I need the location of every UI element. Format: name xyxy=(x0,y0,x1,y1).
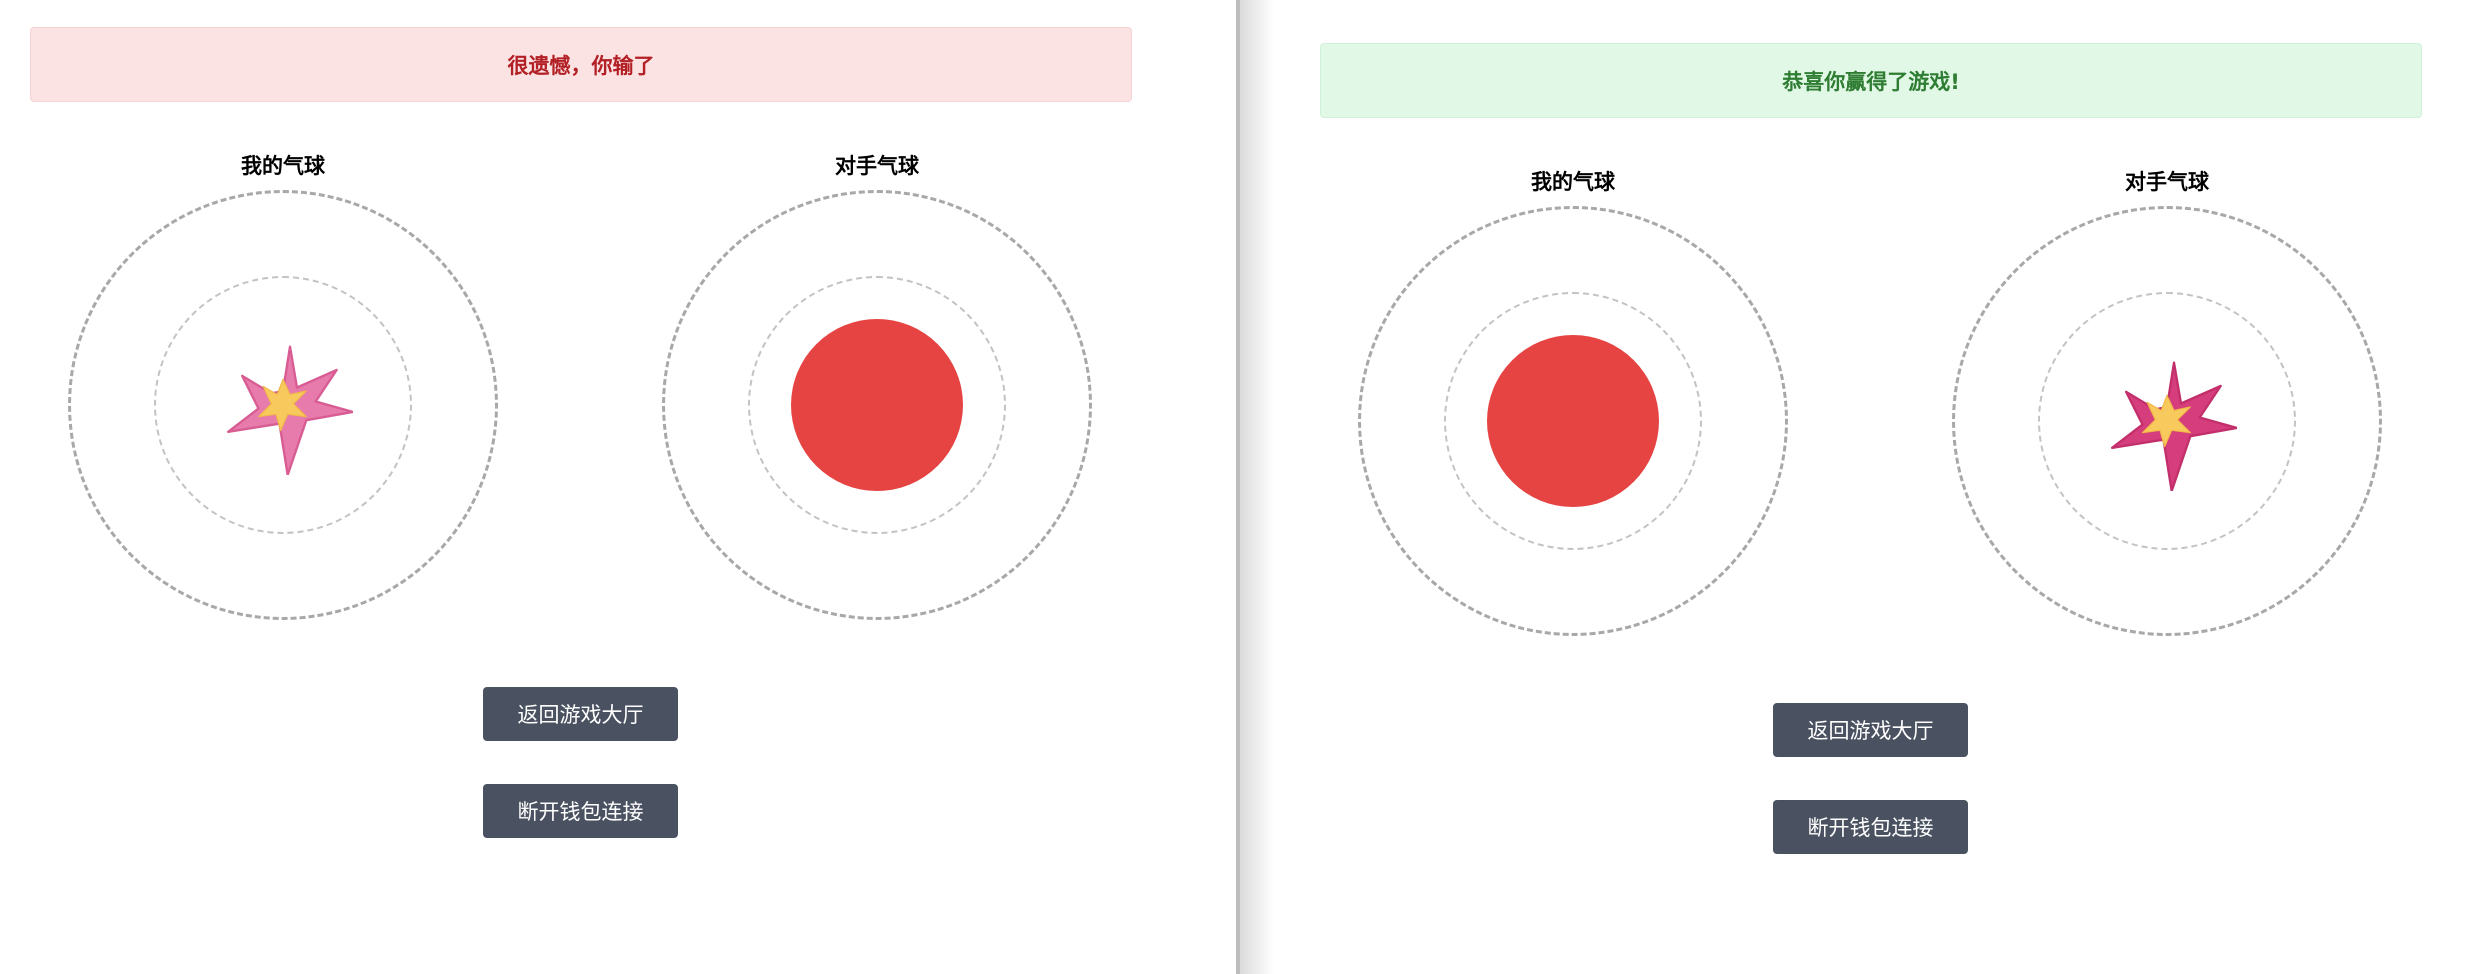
balloon-icon[interactable] xyxy=(791,319,963,491)
lose-banner: 很遗憾，你输了 xyxy=(30,27,1132,102)
opponent-balloon-section: 对手气球 xyxy=(662,150,1092,620)
opponent-balloon-section: 对手气球 xyxy=(1952,166,2382,636)
balloon-icon[interactable] xyxy=(1487,335,1659,507)
burst-icon xyxy=(2111,361,2237,491)
my-balloon-label: 我的气球 xyxy=(241,154,325,178)
my-balloon-section: 我的气球 xyxy=(1358,166,1788,636)
my-balloon-label: 我的气球 xyxy=(1531,170,1615,194)
game-result-screen: 很遗憾，你输了 我的气球 对手气球 返回游戏大厅 断开钱包连接 恭喜你赢得了游戏… xyxy=(0,0,2482,974)
win-banner: 恭喜你赢得了游戏! xyxy=(1320,43,2422,118)
burst-icon xyxy=(227,345,353,475)
my-balloon-section: 我的气球 xyxy=(68,150,498,620)
back-to-lobby-button[interactable]: 返回游戏大厅 xyxy=(483,687,678,741)
back-to-lobby-button[interactable]: 返回游戏大厅 xyxy=(1773,703,1968,757)
win-result-panel: 恭喜你赢得了游戏! 我的气球 对手气球 返回游戏大厅 断开钱包连接 xyxy=(1240,0,2482,974)
opponent-balloon-label: 对手气球 xyxy=(835,154,919,178)
disconnect-wallet-button[interactable]: 断开钱包连接 xyxy=(483,784,678,838)
disconnect-wallet-button[interactable]: 断开钱包连接 xyxy=(1773,800,1968,854)
lose-result-panel: 很遗憾，你输了 我的气球 对手气球 返回游戏大厅 断开钱包连接 xyxy=(0,0,1236,974)
opponent-balloon-label: 对手气球 xyxy=(2125,170,2209,194)
